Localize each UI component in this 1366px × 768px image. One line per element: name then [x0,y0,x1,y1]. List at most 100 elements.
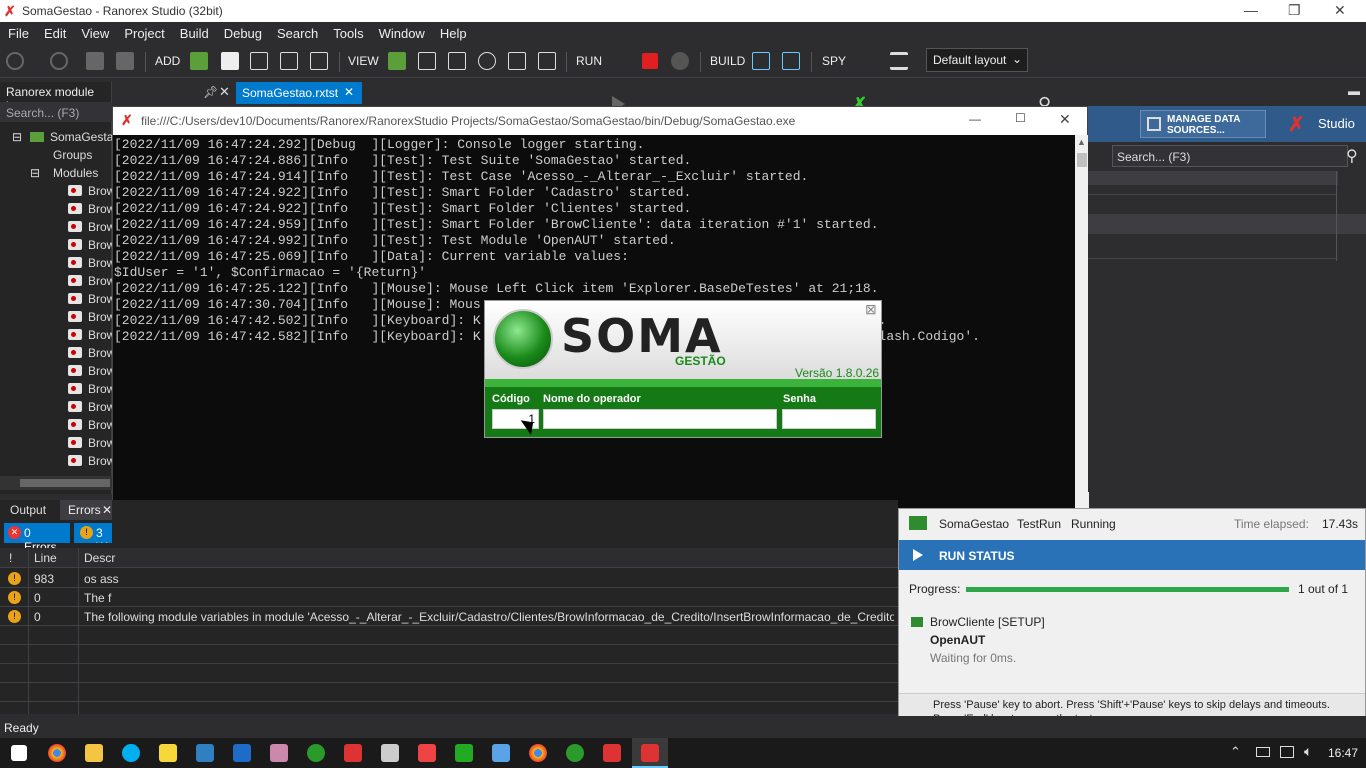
menu-window[interactable]: Window [371,22,432,41]
col-description[interactable]: Descr [84,551,115,565]
table-row[interactable]: ! 0 The following module variables in modu… [0,607,898,626]
spy-label[interactable]: SPY [822,54,846,68]
record-icon[interactable] [221,52,239,70]
build-run-icon[interactable] [782,52,800,70]
tree-module-item[interactable]: Brow [0,362,115,380]
scroll-up-icon[interactable]: ▲ [1077,137,1086,147]
right-search-input[interactable]: Search... (F3) [1112,145,1348,167]
view-element-icon[interactable] [418,52,436,70]
scrollbar-thumb[interactable] [20,479,110,487]
maximize-icon[interactable]: ☐ [1015,111,1026,125]
build-label[interactable]: BUILD [710,54,745,68]
tree-modules[interactable]: ⊟ Modules [0,164,112,182]
minimize-icon[interactable]: — [1244,2,1258,18]
module-browser-pin-icon[interactable]: 📌︎ [203,85,218,99]
debug-bug-icon[interactable] [671,52,689,70]
tree-module-item[interactable]: Brow [0,416,115,434]
close-icon[interactable]: ✕ [344,85,354,99]
menu-project[interactable]: Project [116,22,171,41]
tree-root[interactable]: ⊟ SomaGestao [0,128,120,146]
menu-edit[interactable]: Edit [36,22,73,41]
tree-module-item[interactable]: Brow [0,344,115,362]
restore-icon[interactable]: ❐ [1288,2,1301,19]
menu-search[interactable]: Search [269,22,325,41]
app-icon[interactable] [270,744,288,762]
col-severity[interactable]: ! [9,551,12,565]
tree-module-item[interactable]: Brow [0,398,115,416]
table-row[interactable]: ! 0 The f [0,588,898,607]
run-label[interactable]: RUN [576,54,602,68]
tree-module-item[interactable]: Brow [0,236,115,254]
studio-button[interactable]: ✗ Studio [1284,110,1364,138]
module-browser-close-icon[interactable]: ✕ [219,84,230,100]
layout-select[interactable]: Default layout ⌄ [926,48,1028,72]
back-icon[interactable] [6,52,24,70]
manage-data-sources-button[interactable]: MANAGE DATA SOURCES... [1140,110,1266,138]
collapse-icon[interactable]: ⊟ [12,130,22,144]
minimize-icon[interactable]: — [969,112,981,126]
splash-close-icon[interactable]: ⊠ [865,301,877,318]
search-icon[interactable]: ⚲ [1346,146,1358,166]
ranorex-icon[interactable] [641,744,659,762]
add-repo-icon[interactable] [280,52,298,70]
ranorex-spy-icon[interactable] [455,744,473,762]
save-all-icon[interactable] [116,52,134,70]
close-icon[interactable]: ✕ [102,503,112,517]
scrollbar-thumb[interactable] [1077,153,1087,167]
soma-radar-icon[interactable] [566,744,584,762]
app-icon[interactable] [492,744,510,762]
tab-somagestao-rxtst[interactable]: SomaGestao.rxtst ✕ [236,82,362,104]
horizontal-scrollbar[interactable] [0,476,112,490]
forward-icon[interactable] [50,52,68,70]
menu-debug[interactable]: Debug [216,22,269,41]
soma-radar-icon[interactable] [307,744,325,762]
tab-errors[interactable]: Errors ✕ [60,500,112,520]
network-icon[interactable] [1280,746,1294,758]
tree-groups[interactable]: Groups [0,146,112,164]
skype-icon[interactable] [122,744,140,762]
add-folder-icon[interactable] [190,52,208,70]
build-icon[interactable] [752,52,770,70]
close-icon[interactable]: ✕ [1334,2,1346,19]
sticky-notes-icon[interactable] [159,744,177,762]
menu-build[interactable]: Build [172,22,216,41]
tab-menu-chevron-icon[interactable]: ▬ [1348,84,1360,98]
tree-module-item[interactable]: Brow [0,218,115,236]
tree-module-item[interactable]: Brow [0,290,115,308]
battery-icon[interactable] [1256,747,1270,757]
save-icon[interactable] [86,52,104,70]
chrome-icon[interactable] [48,744,66,762]
senha-input[interactable] [782,409,876,429]
tray-chevron-icon[interactable]: ⌃ [1230,744,1241,760]
run-status-bar[interactable]: RUN STATUS [899,540,1365,570]
app-icon[interactable] [381,744,399,762]
view-shield-icon[interactable] [508,52,526,70]
module-browser-search[interactable]: Search... (F3) [0,102,112,122]
stop-icon[interactable] [642,53,658,69]
view-db-icon[interactable] [538,52,556,70]
tree-module-item[interactable]: Brow [0,308,115,326]
layout-icon[interactable] [890,52,908,70]
add-module-icon[interactable] [250,52,268,70]
tree-module-item[interactable]: Brow [0,272,115,290]
close-icon[interactable]: ✕ [1059,111,1071,128]
view-folder-icon[interactable] [388,52,406,70]
collapse-icon[interactable]: ⊟ [30,166,40,180]
tree-module-item[interactable]: Brow [0,380,115,398]
view-fingerprint-icon[interactable] [478,52,496,70]
view-data-icon[interactable] [448,52,466,70]
volume-icon[interactable]: 🔈︎ [1304,743,1312,760]
col-line[interactable]: Line [34,551,57,565]
tree-module-item[interactable]: Brow [0,254,115,272]
clock[interactable]: 16:47 [1328,746,1358,760]
chrome-icon[interactable] [529,744,547,762]
tree-module-item[interactable]: Brow [0,182,115,200]
menu-file[interactable]: File [0,22,36,41]
outlook-icon[interactable] [233,744,251,762]
ranorex-icon[interactable] [603,744,621,762]
play-icon[interactable] [913,549,923,561]
app-icon[interactable] [418,744,436,762]
file-explorer-icon[interactable] [85,744,103,762]
tree-module-item[interactable]: Brow [0,434,115,452]
tab-output[interactable]: Output [10,503,46,517]
